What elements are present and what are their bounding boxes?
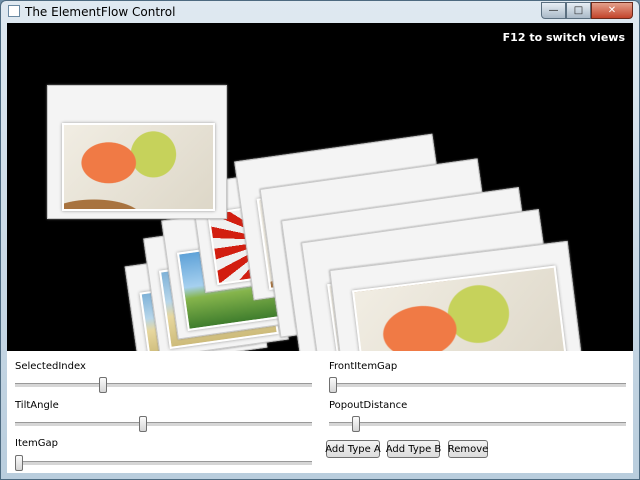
- selected-index-slider[interactable]: [15, 377, 312, 393]
- slider-thumb[interactable]: [139, 416, 148, 432]
- close-icon: ✕: [607, 5, 617, 16]
- close-button[interactable]: ✕: [591, 2, 633, 19]
- front-item-gap-label: FrontItemGap: [329, 361, 398, 372]
- slider-thumb[interactable]: [352, 416, 361, 432]
- remove-button[interactable]: Remove: [448, 440, 488, 458]
- element-flow-view[interactable]: F12 to switch views: [7, 23, 633, 351]
- selected-flow-item-card[interactable]: [47, 85, 227, 219]
- window-app-icon: [8, 5, 20, 17]
- maximize-button[interactable]: □: [566, 2, 591, 19]
- tilt-angle-slider[interactable]: [15, 416, 312, 432]
- add-type-b-button[interactable]: Add Type B: [386, 440, 441, 458]
- popout-distance-label: PopoutDistance: [329, 400, 408, 411]
- slider-thumb[interactable]: [15, 455, 23, 471]
- title-bar[interactable]: The ElementFlow Control — □ ✕: [1, 1, 639, 23]
- slider-thumb[interactable]: [329, 377, 337, 393]
- maximize-icon: □: [573, 5, 584, 16]
- tilt-angle-label: TiltAngle: [15, 400, 59, 411]
- item-gap-slider[interactable]: [15, 455, 312, 471]
- switch-views-hint: F12 to switch views: [502, 31, 625, 44]
- add-type-a-button[interactable]: Add Type A: [325, 440, 381, 458]
- app-window: The ElementFlow Control — □ ✕ F12 to swi…: [0, 0, 640, 480]
- settings-panel: SelectedIndex TiltAngle ItemGap FrontIte…: [7, 351, 633, 473]
- window-title: The ElementFlow Control: [25, 5, 176, 19]
- selected-index-label: SelectedIndex: [15, 361, 86, 372]
- minimize-icon: —: [548, 5, 559, 16]
- slider-thumb[interactable]: [98, 377, 107, 393]
- item-gap-label: ItemGap: [15, 438, 58, 449]
- front-item-gap-slider[interactable]: [329, 377, 626, 393]
- client-area: F12 to switch views SelectedIndex TiltAn…: [7, 23, 633, 473]
- popout-distance-slider[interactable]: [329, 416, 626, 432]
- caption-buttons: — □ ✕: [541, 2, 633, 19]
- minimize-button[interactable]: —: [541, 2, 566, 19]
